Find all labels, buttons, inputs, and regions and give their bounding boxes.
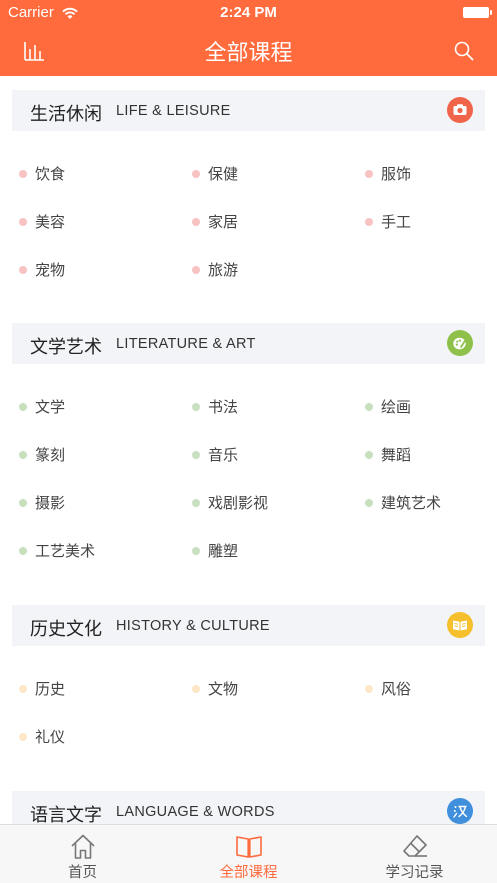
category-label: 保健 [208, 165, 239, 183]
category-label: 服饰 [381, 165, 412, 183]
tab-home[interactable]: 首页 [0, 825, 165, 883]
category-label: 音乐 [208, 446, 239, 464]
section-header: 语言文字 LANGUAGE & WORDS [12, 791, 485, 824]
section-title-en: LITERATURE & ART [116, 336, 256, 352]
bullet-dot [19, 403, 27, 411]
section-title-cn: 历史文化 [30, 619, 102, 640]
tab-label: 首页 [68, 865, 97, 881]
bullet-dot [192, 499, 200, 507]
clock: 2:24 PM [220, 4, 277, 21]
status-bar: Carrier 2:24 PM [0, 0, 497, 26]
bullet-dot [365, 218, 373, 226]
bullet-dot [19, 266, 27, 274]
bullet-dot [19, 733, 27, 741]
bullet-dot [365, 403, 373, 411]
language-icon [447, 798, 473, 824]
section-header: 文学艺术 LITERATURE & ART [12, 323, 485, 364]
category-label: 旅游 [208, 261, 239, 279]
home-icon [68, 831, 98, 861]
eraser-icon [400, 831, 430, 861]
tab-label: 学习记录 [385, 865, 444, 881]
section-header: 生活休闲 LIFE & LEISURE [12, 90, 485, 131]
category-label: 家居 [208, 213, 239, 231]
bullet-dot [192, 547, 200, 555]
page-title: 全部课程 [204, 41, 293, 66]
bullet-dot [192, 403, 200, 411]
bullet-dot [192, 451, 200, 459]
category-label: 舞蹈 [381, 446, 412, 464]
tab-all-courses[interactable]: 全部课程 [166, 825, 331, 883]
tab-bar: 首页 全部课程 学习记录 [0, 824, 497, 883]
tab-study-record[interactable]: 学习记录 [332, 825, 497, 883]
category-label: 戏剧影视 [208, 494, 269, 512]
category-label: 美容 [35, 213, 66, 231]
category-label: 绘画 [381, 398, 412, 416]
book-icon [447, 612, 473, 638]
bullet-dot [365, 685, 373, 693]
tab-label: 全部课程 [219, 865, 278, 881]
bullet-dot [19, 499, 27, 507]
category-label: 工艺美术 [35, 542, 96, 560]
bullet-dot [192, 170, 200, 178]
open-book-icon [234, 831, 264, 861]
bullet-dot [19, 547, 27, 555]
category-label: 礼仪 [35, 728, 66, 746]
section-title-en: LIFE & LEISURE [116, 103, 231, 119]
section-header: 历史文化 HISTORY & CULTURE [12, 605, 485, 646]
category-label: 宠物 [35, 261, 66, 279]
bullet-dot [192, 685, 200, 693]
bullet-dot [365, 451, 373, 459]
section-title-en: LANGUAGE & WORDS [116, 804, 275, 820]
category-label: 建筑艺术 [381, 494, 442, 512]
section-title-cn: 语言文字 [30, 805, 102, 824]
category-label: 手工 [381, 213, 412, 231]
category-label: 雕塑 [208, 542, 239, 560]
search-icon[interactable] [453, 40, 475, 62]
battery-icon [463, 7, 492, 18]
category-label: 书法 [208, 398, 239, 416]
section-title-en: HISTORY & CULTURE [116, 618, 270, 634]
bullet-dot [19, 451, 27, 459]
palette-icon [447, 330, 473, 356]
category-label: 篆刻 [35, 446, 66, 464]
nav-bar: 全部课程 [0, 26, 497, 76]
category-label: 风俗 [381, 680, 412, 698]
category-label: 文学 [35, 398, 66, 416]
bullet-dot [192, 266, 200, 274]
camera-icon [447, 97, 473, 123]
bullet-dot [192, 218, 200, 226]
bullet-dot [365, 499, 373, 507]
bullet-dot [19, 685, 27, 693]
bullet-dot [19, 170, 27, 178]
bullet-dot [365, 170, 373, 178]
category-label: 饮食 [35, 165, 66, 183]
section-title-cn: 生活休闲 [30, 104, 102, 125]
bullet-dot [19, 218, 27, 226]
category-label: 历史 [35, 680, 66, 698]
section-title-cn: 文学艺术 [30, 337, 102, 358]
category-label: 摄影 [35, 494, 66, 512]
category-label: 文物 [208, 680, 239, 698]
course-category-list[interactable]: 生活休闲 LIFE & LEISURE 饮食 保健 服饰 美容 家居 手工 宠物… [0, 76, 497, 824]
